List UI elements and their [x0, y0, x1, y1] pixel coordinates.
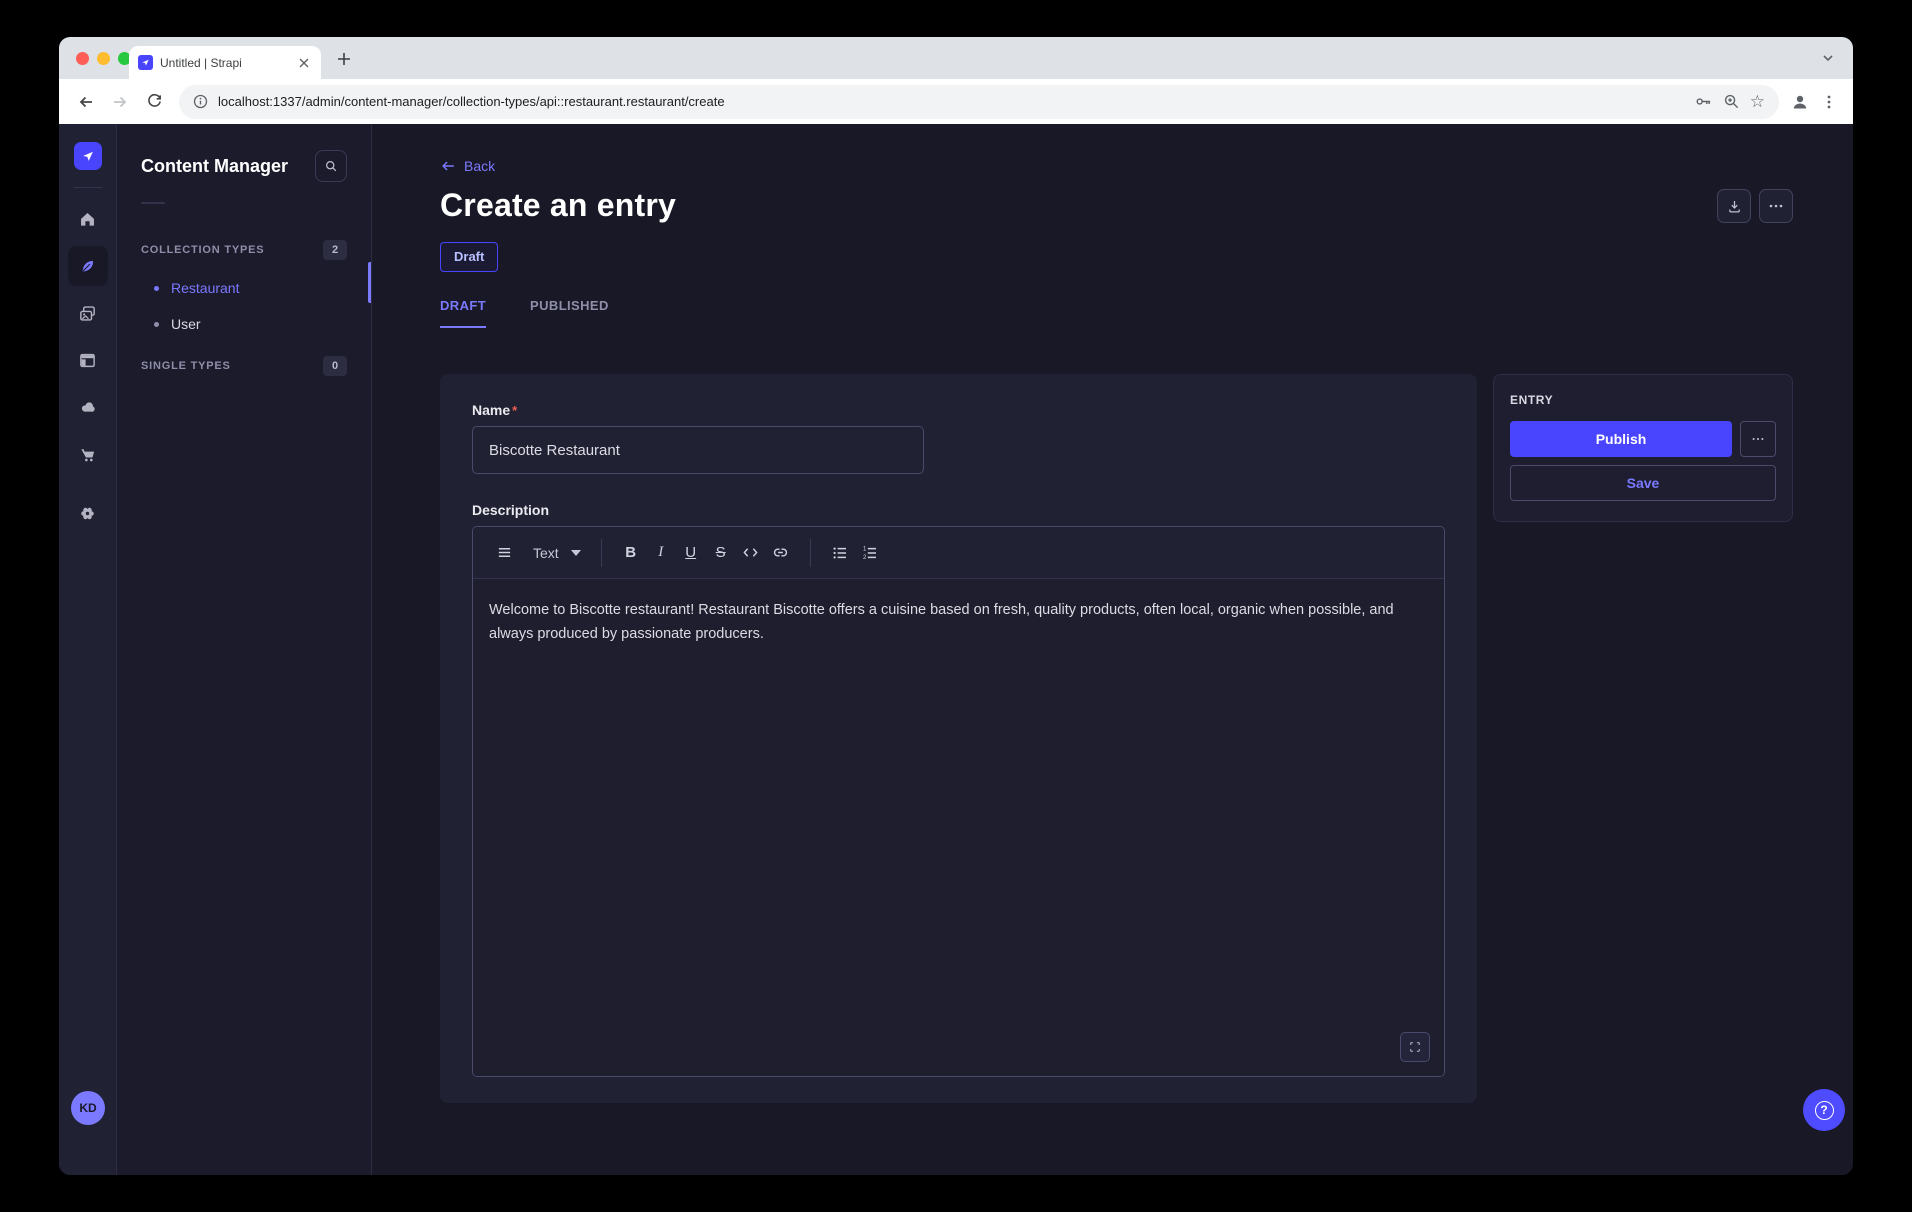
main-nav-rail: KD [59, 124, 117, 1175]
main-content: Back Create an entry [372, 124, 1853, 1175]
info-icon[interactable] [193, 94, 208, 109]
rich-text-editor: Text B I U S [472, 526, 1445, 1077]
more-icon [1751, 432, 1765, 446]
bold-button[interactable]: B [616, 538, 646, 568]
page-title: Create an entry [440, 187, 676, 224]
help-icon: ? [1815, 1101, 1834, 1120]
profile-icon[interactable] [1789, 91, 1811, 113]
browser-tab[interactable]: Untitled | Strapi [129, 46, 321, 79]
download-icon [1726, 198, 1743, 215]
url-bar[interactable]: localhost:1337/admin/content-manager/col… [179, 85, 1779, 119]
justify-icon[interactable] [489, 538, 519, 568]
nav-content-type-builder-icon[interactable] [68, 340, 108, 380]
back-link[interactable]: Back [440, 158, 495, 174]
single-types-count-badge: 0 [323, 356, 347, 376]
nav-marketplace-icon[interactable] [68, 434, 108, 474]
subnav-title: Content Manager [141, 156, 288, 177]
browser-window: Untitled | Strapi localhost:1337/admin/c… [59, 37, 1853, 1175]
publish-button[interactable]: Publish [1510, 421, 1732, 457]
underline-button[interactable]: U [676, 538, 706, 568]
entry-form-card: Name* Description Text [440, 374, 1477, 1103]
new-tab-button[interactable] [335, 50, 352, 67]
save-button[interactable]: Save [1510, 465, 1776, 501]
bullet-icon [154, 286, 159, 291]
expand-icon [1408, 1040, 1422, 1054]
link-icon[interactable] [766, 538, 796, 568]
minimize-window-button[interactable] [97, 52, 110, 65]
code-icon[interactable] [736, 538, 766, 568]
strapi-app: KD Content Manager COLLECTION TYPES 2 [59, 124, 1853, 1175]
more-options-button[interactable] [1759, 189, 1793, 223]
search-icon [324, 159, 338, 173]
name-input[interactable] [472, 426, 924, 474]
sidebar-item-label: Restaurant [171, 280, 239, 296]
url-text: localhost:1337/admin/content-manager/col… [218, 94, 1684, 109]
svg-text:2: 2 [863, 554, 867, 560]
strikethrough-button[interactable]: S [706, 538, 736, 568]
window-controls [76, 52, 131, 65]
toolbar-separator [601, 539, 602, 567]
nav-media-library-icon[interactable] [68, 293, 108, 333]
collection-types-label: COLLECTION TYPES [141, 244, 264, 256]
bullet-icon [154, 322, 159, 327]
back-arrow-icon [440, 158, 456, 174]
expand-editor-button[interactable] [1400, 1032, 1430, 1062]
nav-content-manager-icon[interactable] [68, 246, 108, 286]
version-tabs: DRAFT PUBLISHED [440, 298, 1793, 328]
entry-panel: ENTRY Publish Save [1493, 374, 1793, 522]
back-label: Back [464, 158, 495, 174]
close-tab-icon[interactable] [296, 55, 312, 71]
nav-settings-icon[interactable] [68, 493, 108, 533]
nav-deploy-icon[interactable] [68, 387, 108, 427]
strapi-logo-icon[interactable] [74, 142, 102, 170]
content-manager-subnav: Content Manager COLLECTION TYPES 2 Resta… [117, 124, 372, 1175]
strapi-favicon-icon [138, 55, 153, 70]
caret-down-icon [571, 550, 581, 556]
search-button[interactable] [315, 150, 347, 182]
user-avatar[interactable]: KD [71, 1091, 105, 1125]
toolbar-separator [810, 539, 811, 567]
back-nav-icon[interactable] [71, 87, 101, 117]
sidebar-item-label: User [171, 316, 201, 332]
svg-text:1: 1 [863, 546, 867, 552]
forward-nav-icon[interactable] [105, 87, 135, 117]
close-window-button[interactable] [76, 52, 89, 65]
rail-divider [74, 187, 102, 188]
numbered-list-icon[interactable]: 12 [855, 538, 885, 568]
editor-content[interactable]: Welcome to Biscotte restaurant! Restaura… [473, 579, 1444, 1076]
description-text: Welcome to Biscotte restaurant! Restaura… [489, 598, 1428, 646]
active-item-indicator [368, 262, 371, 303]
italic-button[interactable]: I [646, 538, 676, 568]
entry-more-button[interactable] [1740, 421, 1776, 457]
description-field-label: Description [472, 502, 1445, 518]
tab-search-chevron-icon[interactable] [1819, 49, 1837, 67]
help-button[interactable]: ? [1803, 1089, 1845, 1131]
tab-title: Untitled | Strapi [160, 56, 289, 70]
editor-toolbar: Text B I U S [473, 527, 1444, 579]
tab-published[interactable]: PUBLISHED [530, 298, 609, 328]
more-icon [1768, 198, 1784, 214]
bulleted-list-icon[interactable] [825, 538, 855, 568]
browser-toolbar: localhost:1337/admin/content-manager/col… [59, 79, 1853, 124]
reload-icon[interactable] [139, 87, 169, 117]
tab-draft[interactable]: DRAFT [440, 298, 486, 328]
entry-panel-title: ENTRY [1510, 393, 1776, 407]
subnav-divider [141, 202, 165, 204]
zoom-in-icon[interactable] [1723, 93, 1740, 110]
browser-tab-strip: Untitled | Strapi [59, 37, 1853, 79]
sidebar-item-restaurant[interactable]: Restaurant [141, 270, 347, 306]
required-asterisk: * [512, 403, 517, 418]
menu-icon[interactable] [1821, 94, 1837, 110]
bookmark-star-icon[interactable]: ☆ [1750, 93, 1765, 110]
download-button[interactable] [1717, 189, 1751, 223]
text-style-dropdown[interactable]: Text [527, 538, 587, 568]
single-types-label: SINGLE TYPES [141, 360, 231, 372]
nav-home-icon[interactable] [68, 199, 108, 239]
collection-types-count-badge: 2 [323, 240, 347, 260]
status-badge: Draft [440, 242, 498, 272]
sidebar-item-user[interactable]: User [141, 306, 347, 342]
name-field-label: Name* [472, 402, 1445, 418]
key-icon[interactable] [1694, 92, 1713, 111]
